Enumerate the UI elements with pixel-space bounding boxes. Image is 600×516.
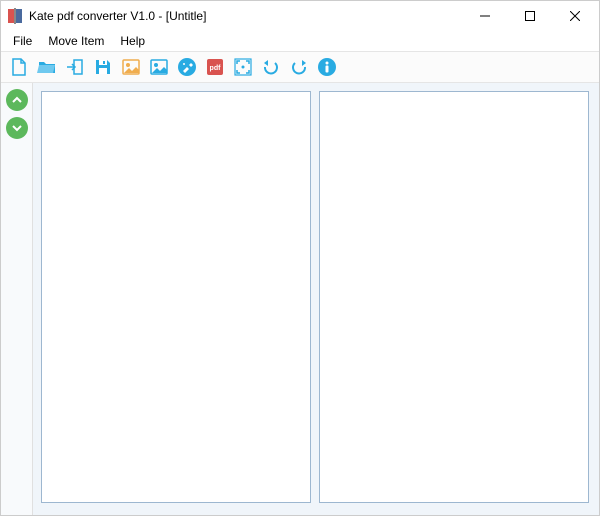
import-button[interactable] — [63, 55, 87, 79]
right-panel[interactable] — [319, 91, 589, 503]
move-up-button[interactable] — [6, 89, 28, 111]
content-area — [1, 83, 599, 515]
menu-move-item[interactable]: Move Item — [40, 32, 112, 50]
panels — [33, 83, 599, 515]
menubar: File Move Item Help — [1, 31, 599, 51]
side-controls — [1, 83, 33, 515]
titlebar: Kate pdf converter V1.0 - [Untitle] — [1, 1, 599, 31]
export-pdf-button[interactable]: pdf — [203, 55, 227, 79]
fit-screen-button[interactable] — [231, 55, 255, 79]
open-folder-button[interactable] — [35, 55, 59, 79]
svg-text:pdf: pdf — [210, 65, 222, 72]
menu-help[interactable]: Help — [112, 32, 153, 50]
maximize-button[interactable] — [507, 2, 552, 30]
save-button[interactable] — [91, 55, 115, 79]
minimize-button[interactable] — [462, 2, 507, 30]
window-title: Kate pdf converter V1.0 - [Untitle] — [29, 9, 462, 23]
redo-button[interactable] — [287, 55, 311, 79]
new-file-button[interactable] — [7, 55, 31, 79]
close-button[interactable] — [552, 2, 597, 30]
toolbar: pdf — [1, 51, 599, 83]
image-alt-button[interactable] — [147, 55, 171, 79]
window-controls — [462, 2, 597, 30]
undo-button[interactable] — [259, 55, 283, 79]
info-button[interactable] — [315, 55, 339, 79]
left-panel[interactable] — [41, 91, 311, 503]
settings-button[interactable] — [175, 55, 199, 79]
app-icon — [7, 8, 23, 24]
menu-file[interactable]: File — [5, 32, 40, 50]
image-button[interactable] — [119, 55, 143, 79]
move-down-button[interactable] — [6, 117, 28, 139]
